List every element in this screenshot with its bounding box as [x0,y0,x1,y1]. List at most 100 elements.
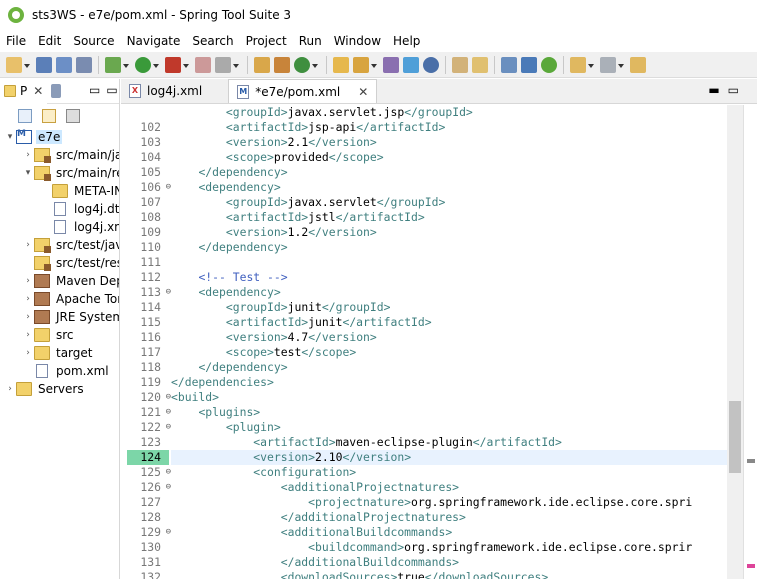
tab-log4j-xml[interactable]: X log4j.xml [121,79,228,103]
previous-annotation-dropdown-icon[interactable] [618,57,625,73]
previous-annotation-icon[interactable] [600,56,616,73]
tree-item[interactable]: › Servers [0,380,119,398]
tab-package-explorer[interactable]: P ✕ [0,78,48,104]
save-icon[interactable] [36,56,52,73]
chevron-right-icon[interactable]: › [22,150,34,160]
collapse-all-icon[interactable] [18,109,32,123]
menu-search[interactable]: Search [186,34,239,48]
chevron-right-icon[interactable]: › [22,348,34,358]
tree-item[interactable]: › src [0,326,119,344]
back-icon[interactable] [630,56,646,73]
menu-file[interactable]: File [0,34,32,48]
tree-item[interactable]: pom.xml [0,362,119,380]
code-line[interactable]: <version>1.2</version> [171,225,727,240]
tree-item[interactable]: META-IN [0,182,119,200]
code-line[interactable]: <version>2.1</version> [171,135,727,150]
chevron-right-icon[interactable]: › [22,240,34,250]
close-icon[interactable]: ✕ [358,85,368,99]
code-line[interactable]: <dependency> [171,180,727,195]
tab-pom-xml[interactable]: M *e7e/pom.xml ✕ [228,79,378,103]
code-line[interactable]: </dependency> [171,240,727,255]
code-line[interactable]: </additionalProjectnatures> [171,510,727,525]
maximize-icon[interactable]: ▭ [728,83,747,97]
next-annotation-dropdown-icon[interactable] [588,57,595,73]
new-dropdown-icon[interactable] [24,57,31,73]
code-line[interactable]: <downloadSources>true</downloadSources> [171,570,727,579]
link-with-editor-icon[interactable] [42,109,56,123]
focus-icon[interactable] [66,109,80,123]
code-line[interactable]: <version>2.10</version> [171,450,727,465]
scrollbar-thumb[interactable] [729,401,741,473]
new-icon[interactable] [6,56,22,73]
code-line[interactable]: </dependency> [171,360,727,375]
menu-help[interactable]: Help [387,34,426,48]
chevron-right-icon[interactable]: › [22,294,34,304]
chevron-right-icon[interactable]: › [22,330,34,340]
tree-item[interactable]: › Maven Dep [0,272,119,290]
edit-icon[interactable] [472,56,488,73]
tree-item[interactable]: › src/main/ja [0,146,119,164]
chevron-right-icon[interactable]: › [22,276,34,286]
run-icon[interactable] [135,56,151,73]
new-project-icon[interactable] [254,56,270,73]
link-icon[interactable] [521,56,537,73]
console-icon[interactable] [501,56,517,73]
close-icon[interactable]: ✕ [33,84,43,98]
code-line[interactable]: <build> [171,390,727,405]
menu-source[interactable]: Source [67,34,120,48]
annotation-icon[interactable] [452,56,468,73]
code-line[interactable]: <version>4.7</version> [171,330,727,345]
external-tools-icon[interactable] [165,56,181,73]
save-all-icon[interactable] [56,56,72,73]
code-line[interactable]: <configuration> [171,465,727,480]
search-icon[interactable] [383,56,399,73]
code-line[interactable]: <plugin> [171,420,727,435]
maximize-icon[interactable]: ▭ [106,83,123,97]
code-line[interactable]: <groupId>javax.servlet</groupId> [171,195,727,210]
code-line[interactable]: <additionalProjectnatures> [171,480,727,495]
code-line[interactable]: </additionalBuildcommands> [171,555,727,570]
code-line[interactable]: <artifactId>jstl</artifactId> [171,210,727,225]
server-dropdown-icon[interactable] [233,57,240,73]
tree-item[interactable]: › JRE System [0,308,119,326]
vertical-scrollbar[interactable] [727,105,743,579]
code-line[interactable]: <artifactId>jsp-api</artifactId> [171,120,727,135]
code-line[interactable]: <buildcommand>org.springframework.ide.ec… [171,540,727,555]
tree-item[interactable]: › target [0,344,119,362]
menu-navigate[interactable]: Navigate [121,34,187,48]
hierarchy-view-icon[interactable] [51,84,62,98]
code-line[interactable]: <groupId>javax.servlet.jsp</groupId> [171,105,727,120]
tree-item[interactable]: ▾ e7e [0,128,119,146]
web-browser-icon[interactable] [423,56,439,73]
minimize-icon[interactable]: ▭ [89,83,106,97]
code-line[interactable]: <projectnature>org.springframework.ide.e… [171,495,727,510]
chevron-right-icon[interactable]: › [22,312,34,322]
code-line[interactable]: </dependency> [171,165,727,180]
open-type-icon[interactable] [333,56,349,73]
run-dropdown-icon[interactable] [153,57,160,73]
chevron-down-icon[interactable]: ▾ [22,168,34,178]
tree-item[interactable]: › Apache Tor [0,290,119,308]
task-icon[interactable] [403,56,419,73]
code-line[interactable]: <groupId>junit</groupId> [171,300,727,315]
code-text-area[interactable]: <groupId>javax.servlet.jsp</groupId> <ar… [171,105,727,579]
menu-project[interactable]: Project [240,34,293,48]
package-icon[interactable] [274,56,290,73]
menu-run[interactable]: Run [293,34,328,48]
code-line[interactable]: <!-- Test --> [171,270,727,285]
chevron-down-icon[interactable]: ▾ [4,132,16,142]
chevron-right-icon[interactable]: › [4,384,16,394]
code-line[interactable]: <dependency> [171,285,727,300]
open-resource-icon[interactable] [353,56,369,73]
menu-window[interactable]: Window [328,34,387,48]
debug-dropdown-icon[interactable] [123,57,130,73]
external-tools-dropdown-icon[interactable] [183,57,190,73]
refresh-icon[interactable] [294,56,310,73]
code-line[interactable]: <plugins> [171,405,727,420]
code-line[interactable]: <additionalBuildcommands> [171,525,727,540]
tree-item[interactable]: ▾ src/main/re [0,164,119,182]
next-annotation-icon[interactable] [570,56,586,73]
open-dropdown-icon[interactable] [371,57,378,73]
code-line[interactable]: </dependencies> [171,375,727,390]
refresh-dropdown-icon[interactable] [312,57,319,73]
